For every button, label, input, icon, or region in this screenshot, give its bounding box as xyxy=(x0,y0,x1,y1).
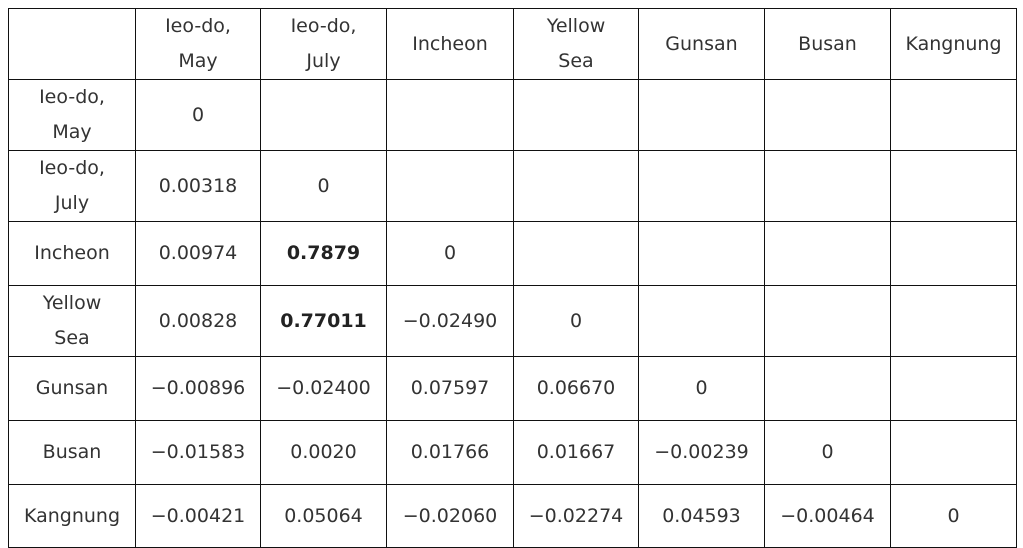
value-cell: −0.00421 xyxy=(135,484,261,548)
row-header-cell: Gunsan xyxy=(8,356,136,421)
table-row: Gunsan −0.00896 −0.02400 0.07597 0.06670 0 xyxy=(8,356,1017,421)
row-header-cell: Kangnung xyxy=(8,484,136,548)
value-cell: −0.00896 xyxy=(135,356,261,421)
value-cell: −0.02400 xyxy=(260,356,387,421)
row-header-text: July xyxy=(54,192,90,214)
empty-cell xyxy=(513,79,639,151)
value-cell: −0.01583 xyxy=(135,420,261,485)
value-cell: 0.00318 xyxy=(135,150,261,222)
column-header-text: May xyxy=(178,50,218,72)
empty-cell xyxy=(386,150,514,222)
empty-cell xyxy=(890,420,1017,485)
empty-cell xyxy=(764,221,891,286)
value-cell: −0.02490 xyxy=(386,285,514,357)
column-header-cell: Yellow Sea xyxy=(513,8,639,80)
value-cell: 0.00828 xyxy=(135,285,261,357)
empty-cell xyxy=(890,356,1017,421)
header-row: Ieo-do, May Ieo-do, July Incheon Yellow Sea Gun… xyxy=(8,8,1017,80)
empty-cell xyxy=(638,79,765,151)
value-cell: 0.00974 xyxy=(135,221,261,286)
empty-cell xyxy=(764,356,891,421)
row-header-text: Ieo-do, xyxy=(39,86,105,108)
table-row: Busan −0.01583 0.0020 0.01766 0.01667 −0.0023… xyxy=(8,420,1017,485)
row-header-text: Sea xyxy=(54,327,90,349)
value-cell: 0.07597 xyxy=(386,356,514,421)
table-row: Kangnung −0.00421 0.05064 −0.02060 −0.02274 0… xyxy=(8,484,1017,548)
pairwise-matrix-table: Ieo-do, May Ieo-do, July Incheon Yellow Sea Gun… xyxy=(8,8,1017,548)
empty-cell xyxy=(513,221,639,286)
value-cell: −0.02060 xyxy=(386,484,514,548)
value-cell: −0.02274 xyxy=(513,484,639,548)
empty-cell xyxy=(638,221,765,286)
empty-cell xyxy=(764,79,891,151)
value-cell: 0.7879 xyxy=(260,221,387,286)
column-header-cell: Ieo-do, July xyxy=(260,8,387,80)
column-header-text: Incheon xyxy=(412,32,488,55)
column-header-cell: Gunsan xyxy=(638,8,765,80)
row-header-text: Incheon xyxy=(34,242,110,264)
value-cell: 0.06670 xyxy=(513,356,639,421)
row-header-text: May xyxy=(52,121,92,143)
value-cell: 0 xyxy=(890,484,1017,548)
row-header-text: Yellow xyxy=(42,292,102,314)
value-cell: 0.01667 xyxy=(513,420,639,485)
row-header-cell: Ieo-do, May xyxy=(8,79,136,151)
column-header-cell: Ieo-do, May xyxy=(135,8,261,80)
table-row: Ieo-do, July 0.00318 0 xyxy=(8,150,1017,222)
corner-header-cell xyxy=(8,8,136,80)
row-header-text: Ieo-do, xyxy=(39,157,105,179)
row-header-cell: Ieo-do, July xyxy=(8,150,136,222)
column-header-text: Busan xyxy=(798,32,857,55)
row-header-cell: Busan xyxy=(8,420,136,485)
table-row: Incheon 0.00974 0.7879 0 xyxy=(8,221,1017,286)
column-header-cell: Kangnung xyxy=(890,8,1017,80)
column-header-text: Sea xyxy=(558,50,594,72)
table-row: Ieo-do, May 0 xyxy=(8,79,1017,151)
column-header-text: Gunsan xyxy=(665,32,738,55)
empty-cell xyxy=(638,150,765,222)
row-header-cell: Incheon xyxy=(8,221,136,286)
column-header-text: Ieo-do, xyxy=(290,15,357,37)
empty-cell xyxy=(513,150,639,222)
empty-cell xyxy=(638,285,765,357)
table-row: Yellow Sea 0.00828 0.77011 −0.02490 0 xyxy=(8,285,1017,357)
value-cell: 0 xyxy=(764,420,891,485)
value-cell: 0.77011 xyxy=(260,285,387,357)
table-body: Ieo-do, May 0 Ieo-do, July 0.00318 0 Incheon 0.0… xyxy=(8,79,1017,548)
column-header-text: Yellow xyxy=(546,15,606,37)
column-header-text: Ieo-do, xyxy=(165,15,231,37)
value-cell: 0.05064 xyxy=(260,484,387,548)
value-cell: 0 xyxy=(513,285,639,357)
empty-cell xyxy=(890,79,1017,151)
value-cell: 0 xyxy=(135,79,261,151)
empty-cell xyxy=(890,285,1017,357)
value-cell: 0.01766 xyxy=(386,420,514,485)
value-cell: 0 xyxy=(638,356,765,421)
value-cell: 0.04593 xyxy=(638,484,765,548)
empty-cell xyxy=(260,79,387,151)
value-cell: −0.00464 xyxy=(764,484,891,548)
empty-cell xyxy=(764,285,891,357)
empty-cell xyxy=(890,221,1017,286)
value-cell: 0 xyxy=(260,150,387,222)
row-header-cell: Yellow Sea xyxy=(8,285,136,357)
column-header-text: July xyxy=(306,50,341,72)
row-header-text: Gunsan xyxy=(35,377,109,399)
row-header-text: Busan xyxy=(42,441,102,463)
value-cell: −0.00239 xyxy=(638,420,765,485)
value-cell: 0 xyxy=(386,221,514,286)
empty-cell xyxy=(386,79,514,151)
column-header-cell: Busan xyxy=(764,8,891,80)
column-header-cell: Incheon xyxy=(386,8,514,80)
empty-cell xyxy=(890,150,1017,222)
value-cell: 0.0020 xyxy=(260,420,387,485)
empty-cell xyxy=(764,150,891,222)
column-header-text: Kangnung xyxy=(905,32,1002,55)
row-header-text: Kangnung xyxy=(23,504,121,527)
